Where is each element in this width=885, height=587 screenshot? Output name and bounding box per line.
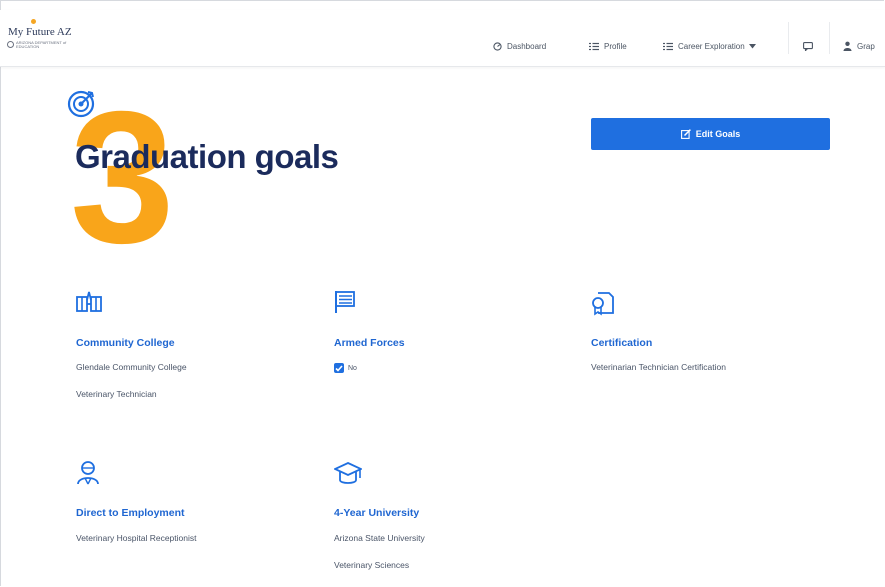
goal-detail: Veterinarian Technician Certification	[591, 362, 726, 372]
edit-goals-label: Edit Goals	[695, 129, 741, 139]
edit-goals-button[interactable]: Edit Goals	[591, 118, 830, 150]
goal-four-year-university: 4-Year University Arizona State Universi…	[334, 460, 574, 580]
state-seal-icon	[7, 41, 14, 48]
armed-forces-checkbox-row[interactable]: No	[334, 363, 357, 373]
edit-icon	[680, 129, 691, 139]
armed-forces-checkbox[interactable]	[334, 363, 344, 373]
dashboard-icon	[493, 41, 502, 51]
employment-icon	[77, 461, 99, 485]
profile-list-icon	[589, 42, 599, 50]
goal-detail: Veterinary Hospital Receptionist	[76, 533, 197, 543]
logo-subtitle: ARIZONA DEPARTMENT of EDUCATION	[16, 40, 67, 49]
goal-title: 4-Year University	[334, 507, 420, 519]
nav-messages[interactable]	[803, 34, 818, 58]
goal-title: Certification	[591, 337, 653, 349]
goal-detail: Arizona State University	[334, 533, 425, 543]
armed-forces-flag-icon	[335, 291, 355, 313]
nav-divider	[788, 22, 789, 54]
logo-title: My Future AZ	[8, 26, 72, 38]
goal-title: Armed Forces	[334, 337, 405, 349]
nav-dashboard-label: Dashboard	[507, 41, 547, 51]
page-title: Graduation goals	[75, 138, 339, 175]
nav-divider	[829, 22, 830, 54]
armed-forces-checkbox-label: No	[348, 364, 357, 372]
goal-count-number: 3	[70, 72, 175, 282]
nav-user-label: Grap	[857, 41, 875, 51]
community-college-icon	[76, 291, 102, 312]
goal-certification: Certification Veterinarian Technician Ce…	[591, 290, 831, 390]
goal-detail: Veterinary Sciences	[334, 560, 410, 570]
career-list-icon	[663, 42, 673, 50]
nav-user-account[interactable]: Grap	[843, 34, 875, 58]
goal-title: Community College	[76, 337, 175, 349]
chat-icon	[803, 41, 813, 51]
goal-title: Direct to Employment	[76, 507, 185, 519]
nav-profile-label: Profile	[604, 41, 627, 51]
caret-down-icon	[748, 43, 756, 48]
goal-community-college: Community College Glendale Community Col…	[76, 290, 316, 410]
graduation-cap-icon	[334, 462, 362, 484]
goal-detail: Glendale Community College	[76, 362, 187, 372]
site-logo[interactable]: My Future AZ ARIZONA DEPARTMENT of EDUCA…	[4, 19, 90, 58]
checkmark-icon	[335, 364, 343, 372]
nav-profile[interactable]: Profile	[589, 34, 627, 58]
nav-career-exploration-label: Career Exploration	[678, 41, 745, 51]
goal-direct-to-employment: Direct to Employment Veterinary Hospital…	[76, 460, 316, 560]
user-icon	[843, 41, 852, 51]
top-navbar: My Future AZ ARIZONA DEPARTMENT of EDUCA…	[0, 10, 885, 67]
nav-dashboard[interactable]: Dashboard	[493, 34, 546, 58]
goal-armed-forces: Armed Forces No	[334, 290, 574, 390]
logo-star-icon	[31, 19, 36, 24]
goal-detail: Veterinary Technician	[76, 389, 157, 399]
certification-icon	[592, 292, 614, 316]
nav-career-exploration[interactable]: Career Exploration	[663, 34, 756, 58]
